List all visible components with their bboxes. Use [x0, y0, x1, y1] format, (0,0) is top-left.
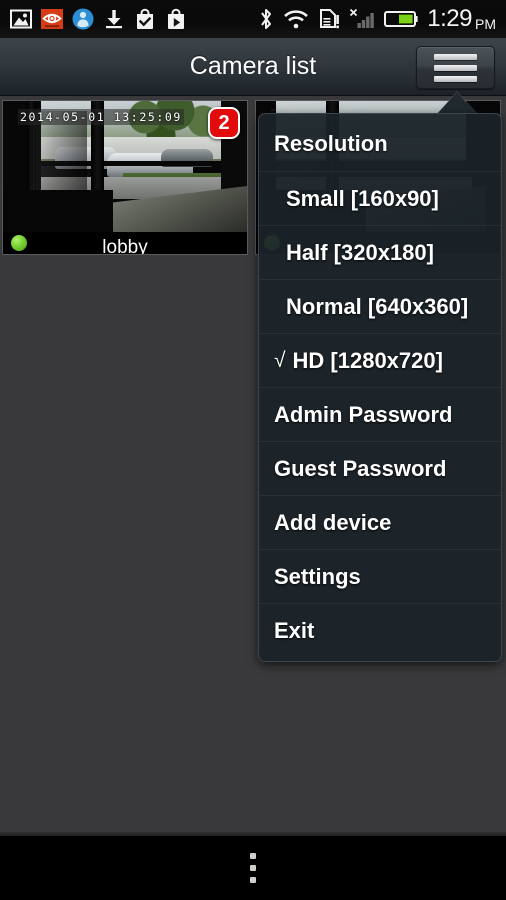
menu-item-label: Settings [274, 563, 361, 589]
menu-item-settings[interactable]: Settings [259, 549, 501, 603]
status-bar-system-icons: 1:29 PM [258, 7, 506, 31]
dropdown-menu: Resolution Small [160x90] Half [320x180]… [258, 113, 502, 662]
camera-name-label: lobby [102, 236, 148, 255]
menu-item-add-device[interactable]: Add device [259, 495, 501, 549]
hamburger-line [434, 64, 477, 71]
menu-item-label: HD [1280x720] [292, 347, 443, 373]
menu-item-exit[interactable]: Exit [259, 603, 501, 657]
menu-item-resolution[interactable]: Resolution [259, 117, 501, 171]
camera-footer: lobby [3, 232, 247, 254]
overflow-dot [250, 865, 256, 871]
menu-item-label: Half [320x180] [286, 239, 434, 265]
eye-app-icon [41, 8, 63, 30]
menu-item-normal[interactable]: Normal [640x360] [259, 279, 501, 333]
overflow-menu-button[interactable] [250, 853, 256, 883]
menu-item-label: Exit [274, 617, 315, 643]
signal-no-service-icon [349, 7, 375, 31]
menu-item-admin-password[interactable]: Admin Password [259, 387, 501, 441]
menu-item-label: Small [160x90] [286, 185, 439, 211]
menu-item-label: Add device [274, 509, 392, 535]
camera-timestamp-overlay [271, 109, 275, 111]
hamburger-line [434, 75, 477, 82]
phone-screen: 1:29 PM Camera list 2014-05-01 13:25:09 … [0, 0, 506, 900]
download-icon [103, 8, 125, 30]
play-store-update-icon [134, 8, 156, 30]
status-bar-notification-icons [0, 8, 187, 30]
dropdown-caret [437, 92, 477, 114]
app-title-bar: Camera list [0, 38, 506, 96]
battery-icon [384, 9, 418, 29]
camera-timestamp-overlay: 2014-05-01 13:25:09 [18, 109, 184, 125]
hamburger-menu-button[interactable] [416, 46, 495, 89]
play-store-icon [165, 8, 187, 30]
menu-item-guest-password[interactable]: Guest Password [259, 441, 501, 495]
overflow-dot [250, 853, 256, 859]
page-title: Camera list [189, 52, 317, 80]
camera-tile[interactable]: 2014-05-01 13:25:09 2 lobby [2, 100, 248, 255]
status-bar: 1:29 PM [0, 0, 506, 38]
contacts-sync-icon [72, 8, 94, 30]
camera-online-indicator [11, 235, 27, 251]
checkmark-icon: √ [274, 348, 286, 372]
wifi-icon [283, 8, 309, 30]
system-navigation-bar [0, 836, 506, 900]
menu-item-half[interactable]: Half [320x180] [259, 225, 501, 279]
status-bar-clock: 1:29 PM [427, 5, 496, 32]
menu-item-label: Guest Password [274, 455, 447, 481]
clock-ampm: PM [475, 16, 496, 32]
overflow-dot [250, 877, 256, 883]
menu-item-label: Admin Password [274, 401, 453, 427]
clock-time: 1:29 [427, 5, 472, 32]
sd-card-alert-icon [318, 7, 340, 31]
bluetooth-icon [258, 7, 274, 31]
camera-badge-count: 2 [208, 107, 240, 139]
menu-item-label: Resolution [274, 131, 388, 156]
menu-item-hd[interactable]: √ HD [1280x720] [259, 333, 501, 387]
gallery-icon [10, 8, 32, 30]
menu-item-small[interactable]: Small [160x90] [259, 171, 501, 225]
menu-item-label: Normal [640x360] [286, 293, 469, 319]
hamburger-line [434, 53, 477, 60]
